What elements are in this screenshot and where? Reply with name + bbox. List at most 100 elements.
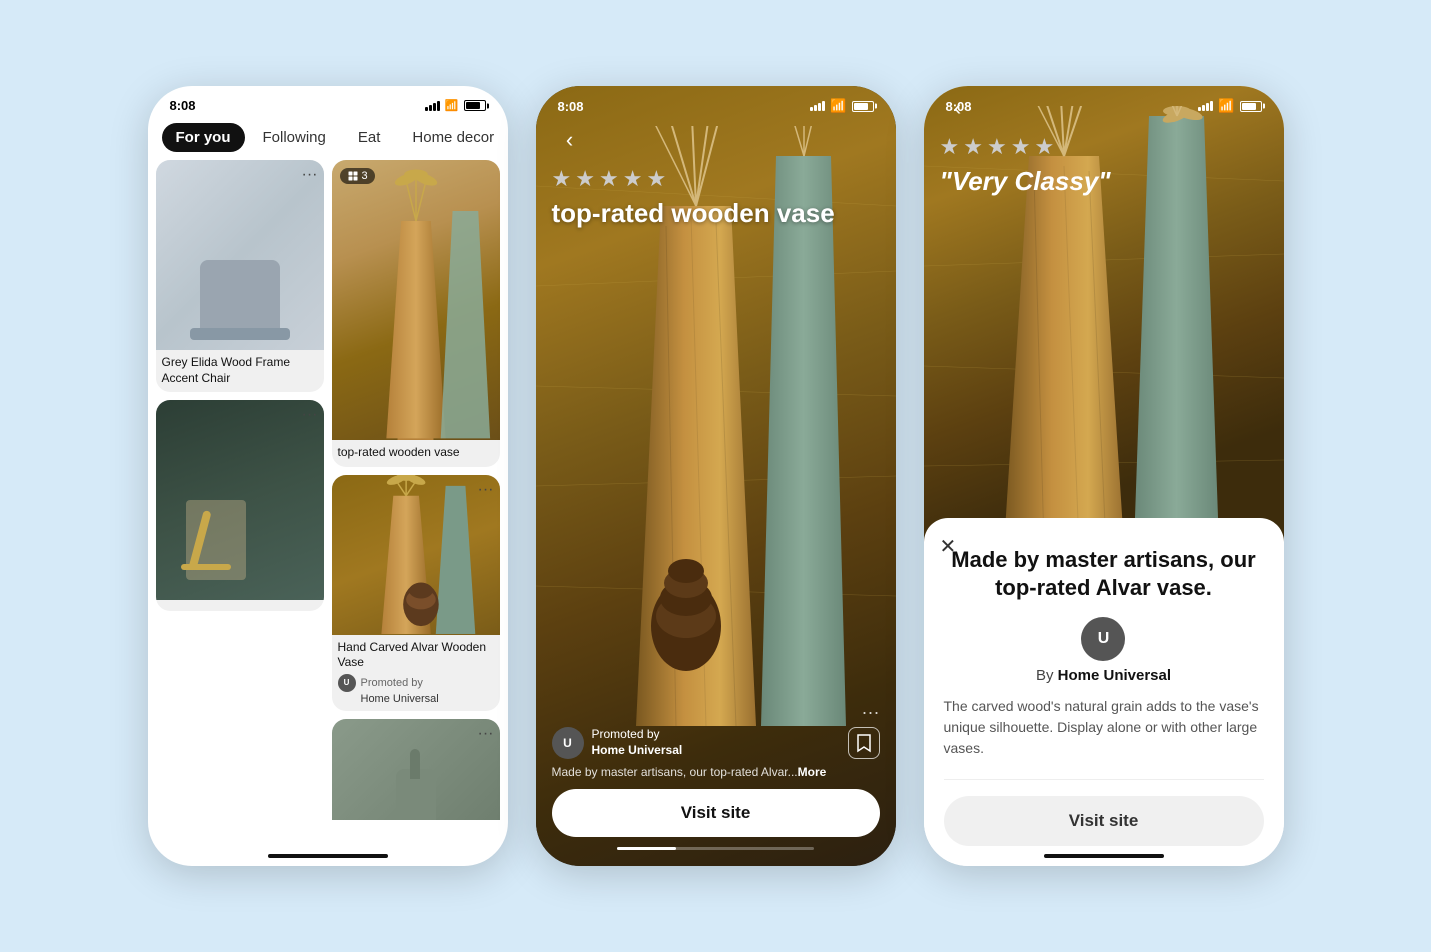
pin-more-alvar[interactable]: ··· xyxy=(478,481,494,499)
nav-eat[interactable]: Eat xyxy=(344,123,395,152)
promoted-label: Promoted by xyxy=(361,677,423,689)
bookmark-button[interactable] xyxy=(848,727,880,759)
vase-promo-svg xyxy=(332,160,500,440)
pin-info-vase-promo: top-rated wooden vase xyxy=(332,440,500,467)
nav-home-decor[interactable]: Home decor xyxy=(398,123,507,152)
status-icons-1: 📶 xyxy=(425,99,486,112)
time-2: 8:08 xyxy=(558,99,584,114)
status-bar-3: 8:08 📶 xyxy=(924,86,1284,118)
product-stars: ★ ★ ★ ★ ★ xyxy=(552,166,880,192)
pin-info-bathroom xyxy=(156,600,324,611)
signal-icon xyxy=(425,101,440,111)
pin-card-vase-promo[interactable]: 3 top-rated wooden vase xyxy=(332,160,500,467)
pin-more-bathroom[interactable]: ··· xyxy=(302,406,318,424)
promo-left: U Promoted by Home Universal xyxy=(552,727,683,759)
phone-feed: 8:08 📶 For you Following Eat Home decor xyxy=(148,86,508,866)
bookmark-icon xyxy=(856,733,872,753)
product-spacer xyxy=(536,229,896,702)
pin-image-alvar xyxy=(332,475,500,635)
status-icons-3: 📶 xyxy=(1198,98,1261,114)
dstar-1: ★ xyxy=(940,134,960,160)
status-bar-2: 8:08 📶 xyxy=(536,86,896,118)
detail-avatar: U xyxy=(1081,617,1125,661)
feed-grid: Grey Elida Wood Frame Accent Chair ··· ·… xyxy=(148,160,508,820)
product-bottom: ··· U Promoted by Home Universal xyxy=(536,702,896,866)
feed-col-2: 3 top-rated wooden vase xyxy=(332,160,500,820)
nav-for-you[interactable]: For you xyxy=(162,123,245,152)
more-dots[interactable]: ··· xyxy=(552,702,880,723)
pin-image-soap xyxy=(332,719,500,820)
star-4: ★ xyxy=(623,166,643,192)
promo-row: U Promoted by Home Universal xyxy=(552,727,880,759)
feed-col-1: Grey Elida Wood Frame Accent Chair ··· ·… xyxy=(156,160,324,820)
pin-image-chair xyxy=(156,160,324,350)
pin-card-chair[interactable]: Grey Elida Wood Frame Accent Chair ··· xyxy=(156,160,324,392)
detail-by: By Home Universal xyxy=(1036,667,1171,684)
status-bar-1: 8:08 📶 xyxy=(148,86,508,117)
pin-title-alvar: Hand Carved Alvar Wooden Vase xyxy=(338,640,494,671)
battery-icon-2 xyxy=(852,101,874,112)
pin-card-alvar[interactable]: Hand Carved Alvar Wooden Vase U Promoted… xyxy=(332,475,500,711)
pin-image-vase-promo xyxy=(332,160,500,440)
nav-following[interactable]: Following xyxy=(249,123,340,152)
alvar-vase-svg xyxy=(332,475,500,635)
detail-desc: The carved wood's natural grain adds to … xyxy=(944,696,1264,759)
dstar-4: ★ xyxy=(1011,134,1031,160)
detail-brand-row: U By Home Universal xyxy=(944,617,1264,684)
dstar-2: ★ xyxy=(963,134,983,160)
product-title: top-rated wooden vase xyxy=(552,198,880,229)
product-overlay: 8:08 📶 ‹ ★ xyxy=(536,86,896,866)
battery-icon xyxy=(464,100,486,111)
visit-site-button-2[interactable]: Visit site xyxy=(552,789,880,837)
wifi-icon: 📶 xyxy=(445,99,459,112)
home-indicator-1 xyxy=(268,854,388,858)
star-5: ★ xyxy=(646,166,666,192)
status-icons-2: 📶 xyxy=(810,98,873,114)
detail-view: 8:08 📶 ‹ ★ ★ ★ ★ xyxy=(924,86,1284,866)
detail-brand-name: Home Universal xyxy=(1058,667,1171,684)
brand-col: U By Home Universal xyxy=(1036,617,1171,684)
progress-fill xyxy=(617,847,676,850)
pin-card-bathroom[interactable]: ··· xyxy=(156,400,324,611)
pin-meta-alvar: U Promoted by xyxy=(338,674,494,692)
pin-board-badge: 3 xyxy=(340,168,375,184)
detail-title: "Very Classy" xyxy=(940,166,1268,197)
phone-detail: 8:08 📶 ‹ ★ ★ ★ ★ xyxy=(924,86,1284,866)
product-header: ‹ ★ ★ ★ ★ ★ top-rated wooden vase xyxy=(536,118,896,229)
alvar-avatar: U xyxy=(338,674,356,692)
more-link[interactable]: More xyxy=(798,765,827,779)
phone-product: 8:08 📶 ‹ ★ xyxy=(536,86,896,866)
star-1: ★ xyxy=(552,166,572,192)
wifi-icon-2: 📶 xyxy=(830,98,846,114)
pin-info-alvar: Hand Carved Alvar Wooden Vase U Promoted… xyxy=(332,635,500,711)
back-button-2[interactable]: ‹ xyxy=(552,122,588,158)
time-3: 8:08 xyxy=(946,99,972,114)
time-1: 8:08 xyxy=(170,98,196,113)
promo-text: Promoted by Home Universal xyxy=(592,727,683,758)
promo-avatar: U xyxy=(552,727,584,759)
star-2: ★ xyxy=(575,166,595,192)
wifi-icon-3: 📶 xyxy=(1218,98,1234,114)
pin-more-chair[interactable]: ··· xyxy=(302,166,318,184)
close-button[interactable]: ✕ xyxy=(940,534,957,559)
star-3: ★ xyxy=(599,166,619,192)
pin-title-chair: Grey Elida Wood Frame Accent Chair xyxy=(162,355,318,386)
feed-nav: For you Following Eat Home decor xyxy=(148,117,508,160)
pin-image-bathroom xyxy=(156,400,324,600)
brand-name-2: Home Universal xyxy=(592,743,683,757)
pin-title-vase-promo: top-rated wooden vase xyxy=(338,445,494,461)
product-desc: Made by master artisans, our top-rated A… xyxy=(552,765,880,779)
board-icon xyxy=(347,170,359,182)
detail-stars: ★ ★ ★ ★ ★ xyxy=(940,134,1268,160)
signal-icon-2 xyxy=(810,101,825,111)
dstar-5: ★ xyxy=(1034,134,1054,160)
detail-visit-button[interactable]: Visit site xyxy=(944,796,1264,846)
pin-card-soap[interactable]: Green Bathroom Glass Soap Dispenser ··· xyxy=(332,719,500,820)
product-view: 8:08 📶 ‹ ★ xyxy=(536,86,896,866)
battery-icon-3 xyxy=(1240,101,1262,112)
pin-more-soap[interactable]: ··· xyxy=(478,725,494,743)
progress-bar xyxy=(617,847,814,850)
promoted-brand: Home Universal xyxy=(338,693,494,705)
signal-icon-3 xyxy=(1198,101,1213,111)
board-count: 3 xyxy=(362,170,368,182)
